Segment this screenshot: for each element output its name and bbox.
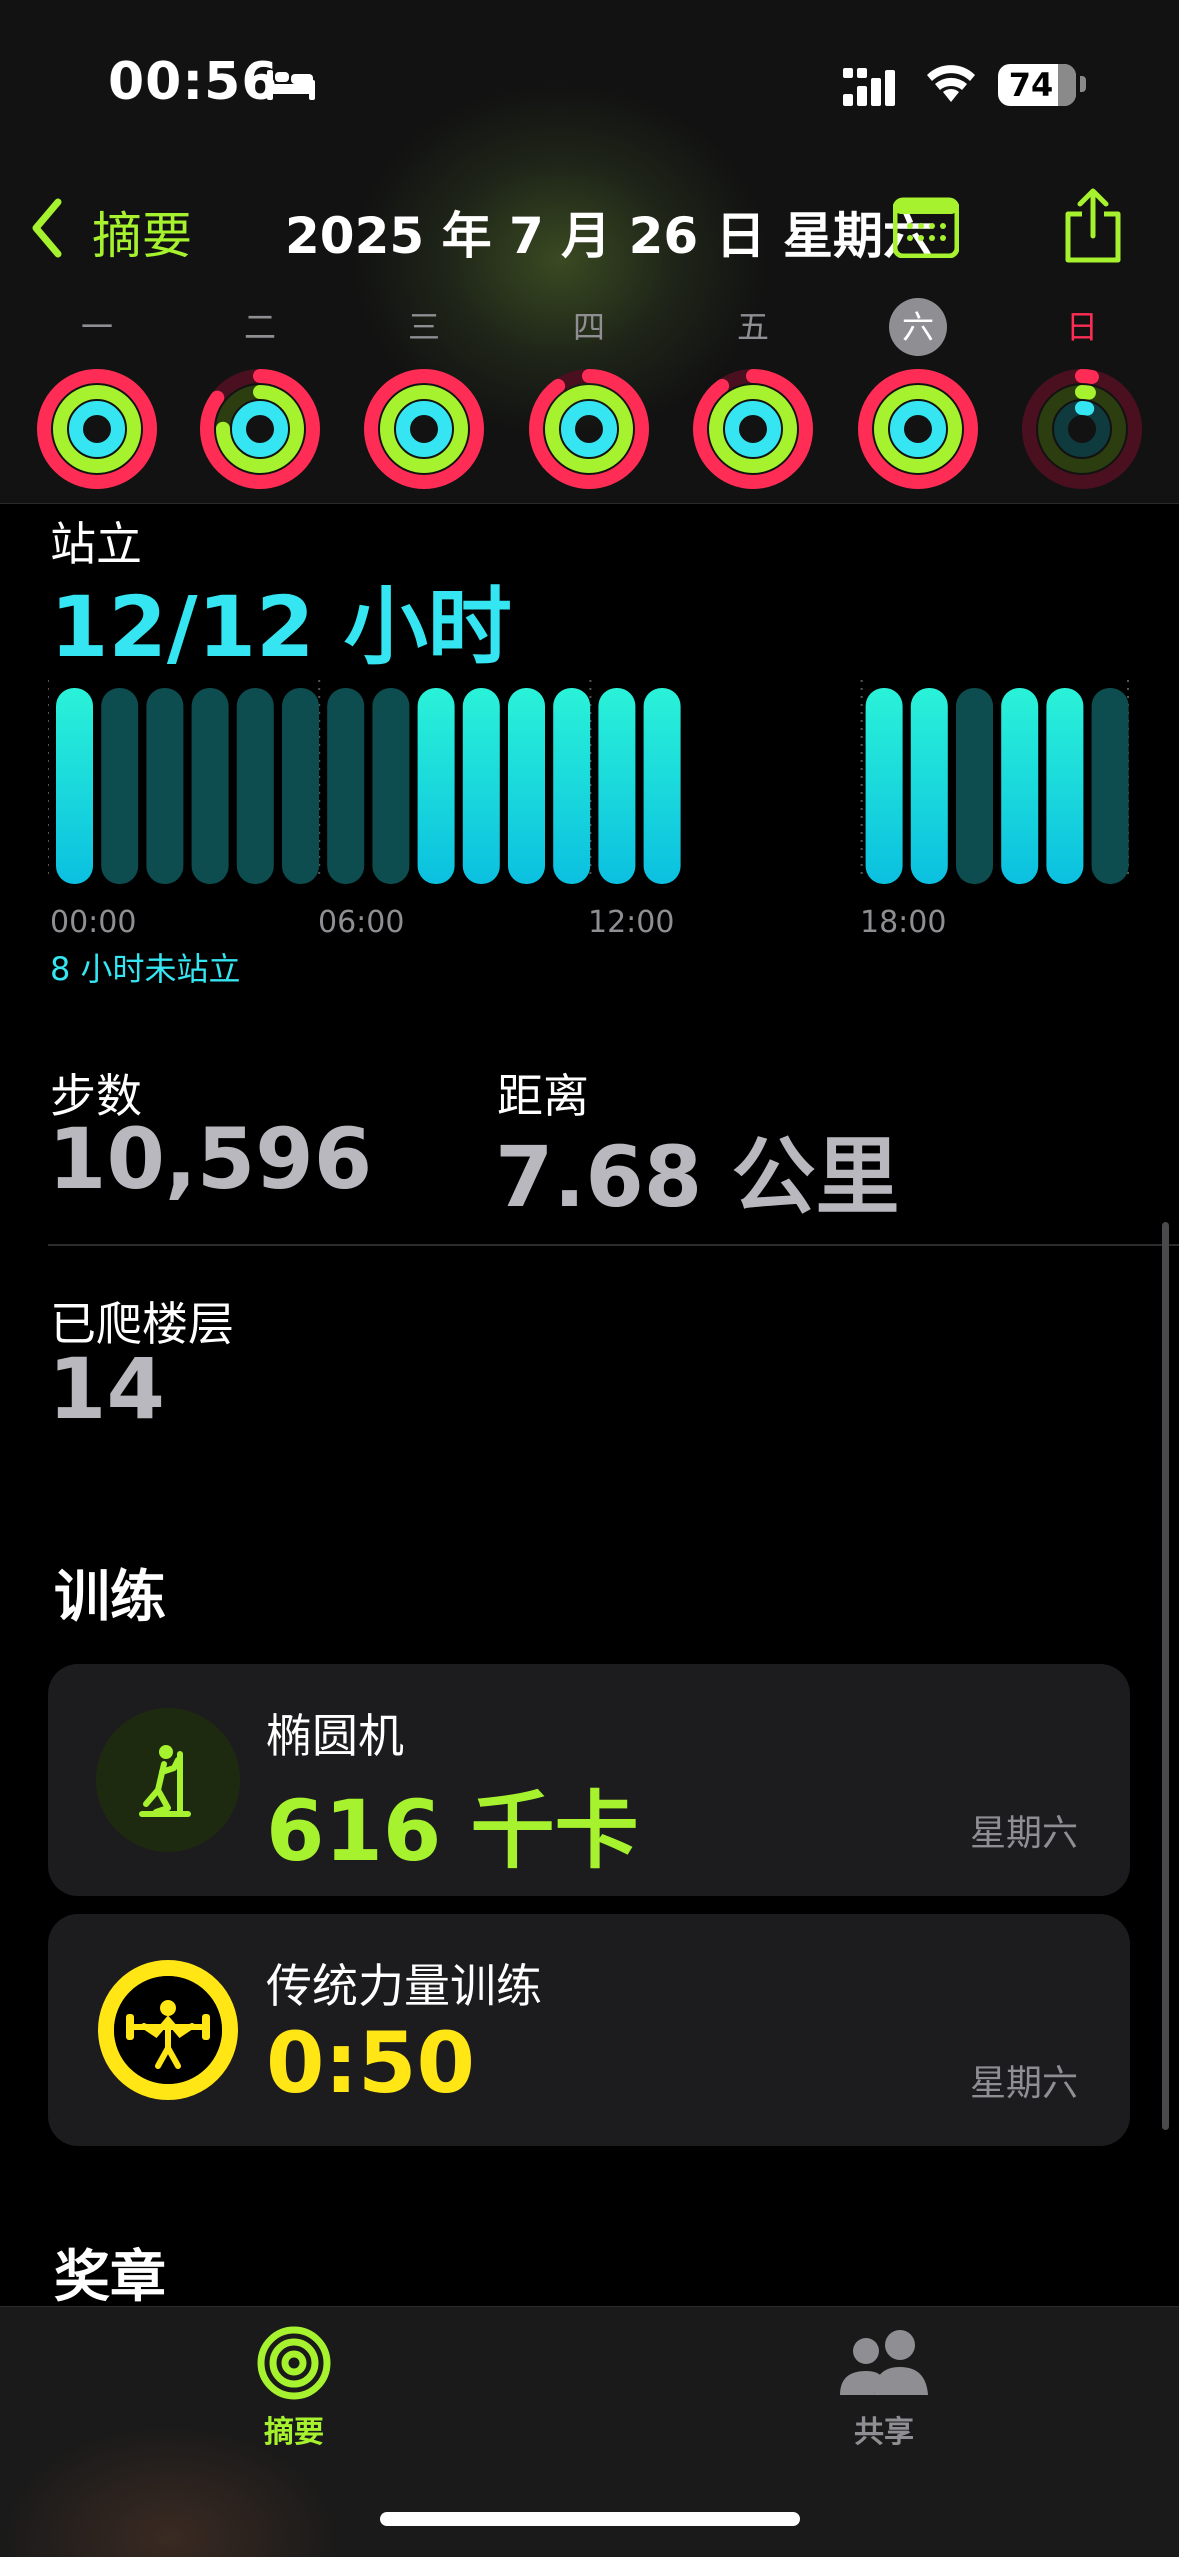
- ring-progress: [561, 401, 617, 457]
- ring-progress: [396, 401, 452, 457]
- home-indicator: [380, 2512, 800, 2526]
- stand-hour-bar: [191, 688, 229, 884]
- stand-hour-bar: [956, 688, 993, 884]
- ring-progress: [232, 401, 288, 457]
- stand-hour-bar: [865, 688, 903, 884]
- wifi-icon: [927, 65, 975, 102]
- stand-hour-bar: [553, 688, 591, 884]
- tab-sharing-label: 共享: [854, 2415, 914, 2450]
- header: 00:56 74 摘要 2025 年 7 月 26 日 星期六 一 二 三 四 …: [0, 0, 1179, 504]
- stand-hour-bar: [598, 688, 636, 884]
- stand-hour-bar: [1091, 688, 1129, 884]
- share-icon[interactable]: [1062, 186, 1124, 266]
- tick-label: 00:00: [50, 905, 137, 940]
- stand-hour-bar: [643, 688, 681, 884]
- back-button[interactable]: 摘要: [92, 196, 192, 268]
- workout-day: 星期六: [969, 2063, 1078, 2104]
- floors-value: 14: [48, 1340, 165, 1438]
- tab-sharing[interactable]: 共享: [784, 2325, 984, 2465]
- workout-value: 616 千卡: [266, 1782, 639, 1880]
- unstood-hours-note: 8 小时未站立: [50, 950, 241, 988]
- stand-hour-bar: [327, 688, 365, 884]
- battery-tip: [1080, 76, 1086, 92]
- workout-card[interactable]: 椭圆机 616 千卡 星期六: [48, 1664, 1130, 1896]
- page-title: 2025 年 7 月 26 日 星期六: [285, 207, 933, 265]
- ring-progress: [890, 401, 946, 457]
- weekday-label[interactable]: 三: [394, 304, 454, 350]
- stand-hour-bar: [910, 688, 948, 884]
- sleep-focus-icon: [267, 70, 315, 100]
- distance-value: 7.68 公里: [495, 1128, 900, 1226]
- stand-hours-chart: [48, 680, 1129, 884]
- activity-ring-day[interactable]: [692, 368, 814, 490]
- tab-summary-label: 摘要: [264, 2415, 324, 2450]
- stand-hour-bar: [508, 688, 545, 884]
- stand-hour-bar: [282, 688, 319, 884]
- workout-name: 传统力量训练: [266, 1959, 542, 2013]
- cellular-signal-icon: [843, 68, 895, 106]
- tab-summary[interactable]: 摘要: [194, 2325, 394, 2465]
- workout-card[interactable]: 传统力量训练 0:50 星期六: [48, 1914, 1130, 2146]
- elliptical-icon: [96, 1708, 240, 1852]
- divider: [48, 1244, 1179, 1246]
- workouts-title: 训练: [54, 1565, 166, 1630]
- awards-title: 奖章: [54, 2245, 166, 2310]
- scrollbar[interactable]: [1162, 1222, 1169, 2130]
- weekday-label[interactable]: 四: [559, 304, 619, 350]
- calendar-icon[interactable]: [893, 196, 959, 258]
- battery-indicator: 74: [998, 64, 1076, 106]
- weekday-label[interactable]: 六: [889, 298, 947, 356]
- stand-value: 12/12 小时: [50, 578, 512, 676]
- weekday-label[interactable]: 一: [67, 304, 127, 350]
- stand-hour-bar: [56, 688, 93, 884]
- battery-level: 74: [1008, 66, 1054, 104]
- activity-ring-day[interactable]: [363, 368, 485, 490]
- weekday-label[interactable]: 二: [230, 304, 290, 350]
- status-time: 00:56: [108, 52, 279, 112]
- workout-day: 星期六: [969, 1813, 1078, 1854]
- stand-hour-bar: [417, 688, 455, 884]
- stand-hour-bar: [236, 688, 274, 884]
- stand-hour-bar: [1046, 688, 1084, 884]
- back-chevron-icon[interactable]: [28, 196, 64, 260]
- activity-ring-day[interactable]: [857, 368, 979, 490]
- workout-name: 椭圆机: [266, 1709, 404, 1763]
- activity-rings-icon: [257, 2326, 331, 2400]
- tick-label: 06:00: [318, 905, 405, 940]
- people-icon: [840, 2330, 928, 2395]
- tick-label: 12:00: [588, 905, 675, 940]
- steps-value: 10,596: [48, 1110, 373, 1208]
- weekday-label[interactable]: 五: [723, 304, 783, 350]
- stand-hour-bar: [146, 688, 184, 884]
- activity-ring-day[interactable]: [528, 368, 650, 490]
- workout-value: 0:50: [266, 2014, 475, 2112]
- stand-hour-bar: [1001, 688, 1039, 884]
- stand-hour-bar: [101, 688, 139, 884]
- stand-hour-bar: [372, 688, 410, 884]
- ring-progress: [69, 401, 125, 457]
- weightlifting-icon: [96, 1958, 240, 2102]
- activity-ring-day[interactable]: [1021, 368, 1143, 490]
- tick-label: 18:00: [860, 905, 947, 940]
- activity-ring-day[interactable]: [36, 368, 158, 490]
- ring-progress: [725, 401, 781, 457]
- activity-ring-day[interactable]: [199, 368, 321, 490]
- stand-hour-bar: [462, 688, 500, 884]
- weekday-label[interactable]: 日: [1052, 304, 1112, 350]
